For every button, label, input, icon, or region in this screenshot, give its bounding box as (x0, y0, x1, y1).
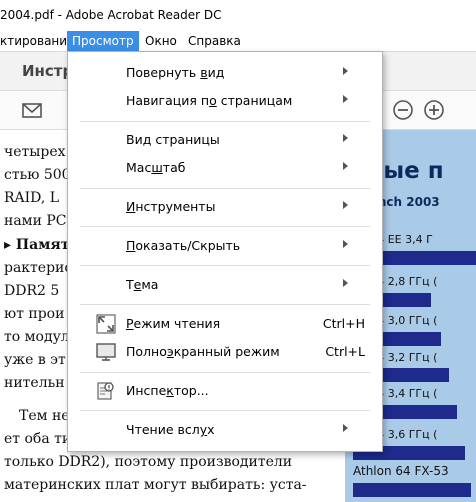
envelope-icon[interactable] (21, 99, 43, 121)
menu-item-theme[interactable]: Тема (68, 272, 382, 298)
menu-item-mnemonic: к (166, 383, 174, 398)
shortcut-label: Ctrl+L (325, 344, 365, 359)
menu-item-label: оказать/Скрыть (135, 238, 241, 253)
submenu-arrow-icon (343, 279, 348, 287)
text-line: материнских плат могут выбирать: уста- (4, 477, 307, 493)
menu-item-full-screen[interactable]: Полноэкранный режим Ctrl+L (68, 339, 382, 365)
menu-item-label: ид (207, 65, 225, 80)
menu-item-zoom[interactable]: Масштаб (68, 155, 382, 181)
text-line: ▸ Памят (4, 237, 70, 253)
menu-item-mnemonic: П (126, 238, 136, 253)
menu-item-rotate-view[interactable]: Повернуть вид (68, 60, 382, 86)
menu-item-label: Т (126, 277, 134, 292)
submenu-arrow-icon (343, 67, 348, 75)
menu-item-tools[interactable]: Инструменты (68, 194, 382, 220)
menu-item-mnemonic: ш (151, 160, 163, 175)
text-line: четырех (4, 144, 66, 160)
menu-item-read-mode[interactable]: Режим чтения Ctrl+H (68, 311, 382, 337)
menu-item-label: страницы (151, 132, 220, 147)
submenu-arrow-icon (343, 134, 348, 142)
menu-separator (80, 121, 370, 122)
menu-item-inspector[interactable]: Инспектор... (68, 378, 382, 404)
text-line: рактерис (4, 260, 73, 276)
menu-view[interactable]: Просмотр (67, 31, 139, 51)
menu-item-label: тор... (173, 383, 209, 398)
shortcut-label: Ctrl+H (322, 316, 365, 331)
menu-item-label: Инспе (126, 383, 167, 398)
menu-separator (80, 188, 370, 189)
menu-item-label: Повернуть (126, 65, 201, 80)
menu-item-label: ежим чтения (133, 316, 221, 331)
submenu-arrow-icon (343, 162, 348, 170)
menu-item-label: Чтение всл (126, 422, 200, 437)
title-bar: 2004.pdf - Adobe Acrobat Reader DC (0, 0, 476, 31)
menu-item-show-hide[interactable]: Показать/Скрыть (68, 233, 382, 259)
menu-item-mnemonic: о (209, 93, 217, 108)
text-line: DDR2 5 (4, 283, 60, 299)
chart-bar (353, 483, 471, 497)
full-screen-icon (96, 343, 116, 361)
menu-help[interactable]: Справка (183, 31, 246, 51)
menu-item-label: Полно (126, 344, 167, 359)
menu-item-page-display[interactable]: Вид страницы (68, 127, 382, 153)
menu-separator (80, 265, 370, 266)
menu-window[interactable]: Окно (140, 31, 182, 51)
text-line: уже в эт (4, 352, 66, 368)
menu-item-label: таб (162, 160, 186, 175)
tab-tools[interactable]: Инстр (22, 62, 73, 80)
text-line: нами PC (4, 213, 67, 229)
zoom-out-icon[interactable] (392, 99, 414, 121)
menu-item-mnemonic: э (166, 344, 174, 359)
text-line: нительн (4, 375, 65, 391)
menu-item-label: Навигация п (126, 93, 210, 108)
menu-item-label: страницам (216, 93, 293, 108)
text-line: то модул (4, 329, 70, 345)
window-title: 2004.pdf - Adobe Acrobat Reader DC (0, 8, 222, 22)
menu-item-label: Мас (126, 160, 152, 175)
view-menu-dropdown: Повернуть вид Навигация по страницам Вид… (67, 51, 383, 452)
menu-item-mnemonic: И (126, 199, 136, 214)
menu-item-page-navigation[interactable]: Навигация по страницам (68, 88, 382, 114)
submenu-arrow-icon (343, 240, 348, 248)
chart-row-label: Athlon 64 FX-53 (353, 464, 449, 478)
menu-separator (80, 410, 370, 411)
submenu-arrow-icon (343, 201, 348, 209)
zoom-in-icon[interactable] (423, 99, 445, 121)
menu-item-label: ма (141, 277, 159, 292)
submenu-arrow-icon (343, 95, 348, 103)
menu-item-mnemonic: Р (126, 316, 134, 331)
text-line: Тем не (19, 408, 70, 424)
text-line: стью 500 (4, 167, 71, 183)
text-line: RAID, L (4, 190, 60, 206)
menu-item-mnemonic: в (200, 65, 208, 80)
read-mode-icon (96, 314, 116, 334)
menu-bar: ктирование Просмотр Окно Справка (0, 31, 476, 52)
menu-item-label: Ви (126, 132, 143, 147)
menu-item-read-aloud[interactable]: Чтение вслух (68, 417, 382, 443)
menu-item-label: кранный режим (173, 344, 280, 359)
menu-separator (80, 304, 370, 305)
inspector-icon (97, 382, 114, 400)
text-line: ют прои (4, 306, 65, 322)
menu-separator (80, 372, 370, 373)
submenu-arrow-icon (343, 424, 348, 432)
menu-separator (80, 226, 370, 227)
menu-item-label: х (207, 422, 215, 437)
menu-item-label: нструменты (135, 199, 216, 214)
text-line: только DDR2), поэтому производители (4, 454, 293, 470)
